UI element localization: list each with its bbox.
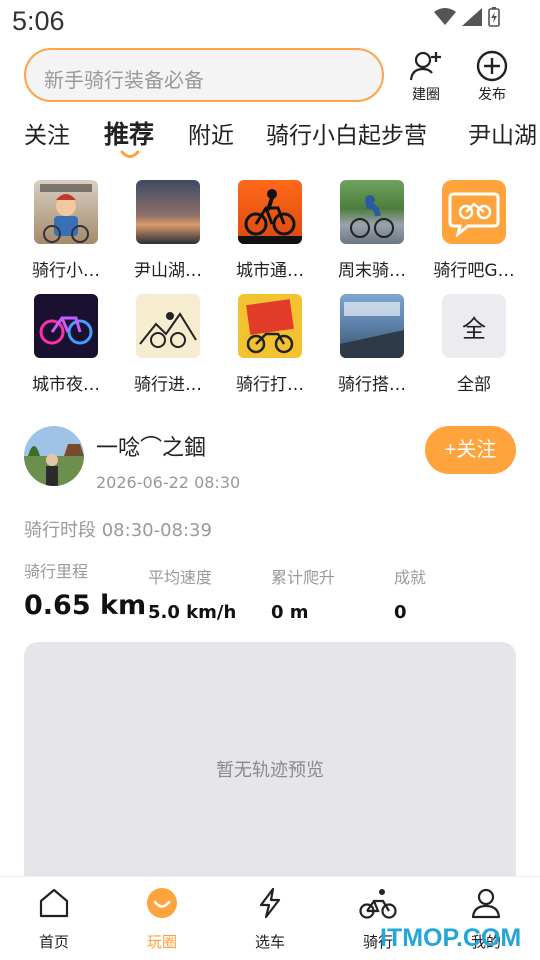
- cyclist-icon: [359, 889, 397, 919]
- ride-period: 骑行时段 08:30-08:39: [24, 520, 212, 541]
- circle-thumbnail: [136, 294, 200, 358]
- status-time: 5:06: [12, 6, 65, 36]
- person-icon: [471, 888, 501, 919]
- active-tab-indicator: [120, 150, 140, 158]
- track-empty-text: 暂无轨迹预览: [216, 760, 324, 781]
- stat-value: 0: [394, 602, 407, 623]
- circle-label: 周末骑…: [338, 261, 406, 281]
- circle-thumbnail: [34, 180, 98, 244]
- tab-following[interactable]: 关注: [24, 116, 70, 150]
- circle-item[interactable]: 骑行进…: [118, 294, 218, 395]
- circle-label: 尹山湖…: [134, 261, 202, 281]
- cellular-signal-icon: [462, 8, 482, 26]
- post-timestamp: 2026-06-22 08:30: [96, 473, 241, 492]
- stat-label: 骑行里程: [24, 562, 89, 581]
- circle-thumbnail: [136, 180, 200, 244]
- stat-value: 5.0 km/h: [148, 602, 237, 623]
- nav-home[interactable]: 首页: [14, 887, 94, 952]
- stat-elevation: 累计爬升 0 m: [271, 564, 335, 623]
- wifi-icon: [434, 8, 456, 25]
- circle-thumbnail: [238, 294, 302, 358]
- circle-item[interactable]: 骑行搭…: [322, 294, 422, 395]
- circle-label: 骑行进…: [134, 375, 202, 395]
- circle-label: 骑行打…: [236, 375, 304, 395]
- category-tabs: 关注 推荐 附近 骑行小白起步营 尹山湖: [0, 116, 540, 166]
- status-bar: 5:06: [0, 0, 540, 44]
- search-input[interactable]: 新手骑行装备必备: [24, 48, 384, 102]
- circle-item[interactable]: 城市通…: [220, 180, 320, 281]
- circle-smile-icon: [147, 888, 177, 918]
- circle-label: 骑行小…: [32, 261, 100, 281]
- circle-item[interactable]: 骑行小…: [16, 180, 116, 281]
- tab-beginner-camp[interactable]: 骑行小白起步营: [266, 116, 427, 150]
- create-circle-button[interactable]: 建圈: [400, 50, 452, 104]
- stat-achievements: 成就 0: [394, 564, 426, 623]
- tab-yinshan-lake[interactable]: 尹山湖: [468, 116, 537, 150]
- stat-label: 平均速度: [148, 568, 213, 587]
- circle-item[interactable]: 周末骑…: [322, 180, 422, 281]
- circle-label: 城市夜…: [32, 375, 100, 395]
- stat-value: 0.65 km: [24, 590, 147, 621]
- stat-label: 成就: [394, 568, 427, 587]
- create-circle-label: 建圈: [412, 87, 440, 103]
- battery-icon: [488, 7, 500, 27]
- home-icon: [39, 888, 69, 918]
- watermark: ITMOP.COM: [380, 924, 522, 952]
- post-username[interactable]: 一唸⌒之錮: [96, 430, 206, 462]
- circle-thumbnail: [340, 294, 404, 358]
- nav-circles[interactable]: 玩圈: [122, 887, 202, 952]
- nav-label: 玩圈: [146, 933, 177, 951]
- all-circles-icon-text: 全: [462, 314, 486, 343]
- circle-item[interactable]: 骑行吧G…: [424, 180, 524, 281]
- stat-distance: 骑行里程 0.65 km: [24, 558, 146, 621]
- lightning-icon: [259, 887, 281, 919]
- circle-thumbnail: [238, 180, 302, 244]
- nav-label: 选车: [254, 933, 285, 951]
- avatar[interactable]: [24, 426, 84, 486]
- all-circles-thumbnail: 全: [442, 294, 506, 358]
- follow-button[interactable]: +关注: [425, 426, 516, 474]
- stat-label: 累计爬升: [271, 568, 336, 587]
- circle-item[interactable]: 骑行打…: [220, 294, 320, 395]
- tab-recommended[interactable]: 推荐: [104, 116, 154, 151]
- nav-label: 首页: [38, 933, 69, 951]
- nav-choose-bike[interactable]: 选车: [230, 887, 310, 952]
- circle-label: 城市通…: [236, 261, 304, 281]
- search-placeholder: 新手骑行装备必备: [44, 68, 204, 92]
- circle-thumbnail: [442, 180, 506, 244]
- tab-nearby[interactable]: 附近: [188, 116, 234, 150]
- plus-circle-icon: [476, 50, 508, 82]
- circle-label: 骑行吧G…: [433, 261, 515, 281]
- add-user-icon: [409, 51, 441, 81]
- circle-thumbnail: [34, 294, 98, 358]
- circle-item[interactable]: 城市夜…: [16, 294, 116, 395]
- circle-label: 全部: [457, 375, 491, 395]
- publish-button[interactable]: 发布: [466, 50, 518, 104]
- circle-item[interactable]: 尹山湖…: [118, 180, 218, 281]
- circle-thumbnail: [340, 180, 404, 244]
- all-circles-button[interactable]: 全 全部: [424, 294, 524, 395]
- stat-avg-speed: 平均速度 5.0 km/h: [148, 564, 236, 623]
- stat-value: 0 m: [271, 602, 309, 623]
- circle-label: 骑行搭…: [338, 375, 406, 395]
- track-preview[interactable]: 暂无轨迹预览: [24, 642, 516, 892]
- publish-label: 发布: [478, 87, 506, 103]
- status-icons: [434, 7, 500, 27]
